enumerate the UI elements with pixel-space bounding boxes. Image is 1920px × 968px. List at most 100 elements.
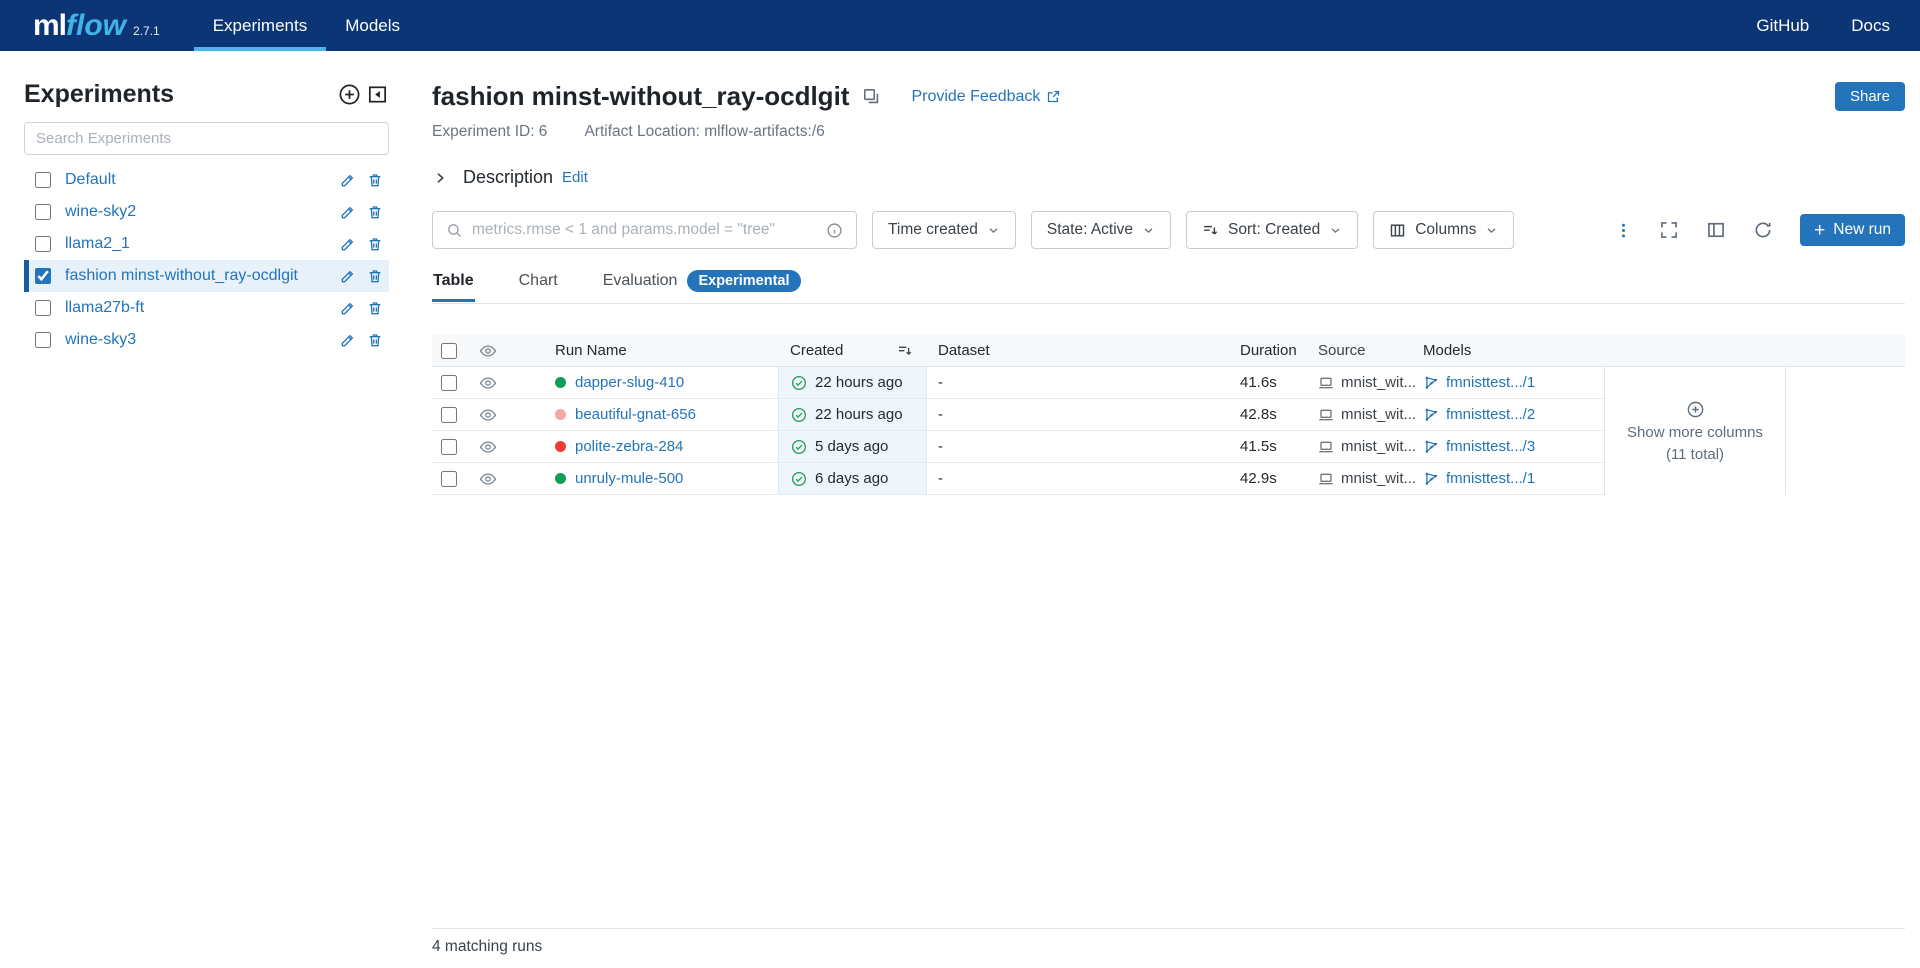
experiment-label[interactable]: llama27b-ft: [65, 299, 340, 317]
run-created-time: 6 days ago: [815, 470, 888, 487]
select-all-checkbox[interactable]: [441, 343, 457, 359]
run-checkbox[interactable]: [441, 439, 457, 455]
description-edit-link[interactable]: Edit: [562, 169, 588, 186]
run-model-link[interactable]: fmnisttest.../2: [1446, 406, 1535, 423]
fullscreen-icon[interactable]: [1659, 220, 1679, 240]
show-more-columns-button[interactable]: Show more columns (11 total): [1604, 367, 1786, 495]
share-button[interactable]: Share: [1835, 82, 1905, 111]
experiment-label[interactable]: llama2_1: [65, 235, 340, 253]
run-visibility-eye-icon[interactable]: [466, 431, 510, 462]
github-link[interactable]: GitHub: [1756, 16, 1809, 36]
experiment-item-wine-sky2[interactable]: wine-sky2: [24, 196, 389, 228]
tab-table[interactable]: Table: [432, 267, 475, 301]
run-visibility-eye-icon[interactable]: [466, 399, 510, 430]
runs-search-box[interactable]: [432, 211, 857, 249]
edit-experiment-icon[interactable]: [340, 300, 356, 316]
search-experiments-input[interactable]: [24, 122, 389, 155]
run-duration: 41.6s: [1230, 367, 1310, 398]
experiment-item-fashion-minst[interactable]: fashion minst-without_ray-ocdlgit: [24, 260, 389, 292]
runs-toolbar: Time created State: Active Sort: Created…: [432, 211, 1905, 249]
top-navbar: mlflow 2.7.1 Experiments Models GitHub D…: [0, 0, 1920, 51]
tab-chart[interactable]: Chart: [518, 267, 559, 301]
edit-experiment-icon[interactable]: [340, 236, 356, 252]
run-name-link[interactable]: unruly-mule-500: [575, 470, 683, 487]
experiment-checkbox[interactable]: [35, 204, 51, 220]
run-name-link[interactable]: beautiful-gnat-656: [575, 406, 696, 423]
run-checkbox[interactable]: [441, 375, 457, 391]
delete-experiment-icon[interactable]: [367, 268, 383, 284]
chevron-down-icon: [1329, 224, 1342, 237]
tab-evaluation[interactable]: Evaluation Experimental: [602, 265, 802, 303]
run-row: beautiful-gnat-656 22 hours ago - 42.8s …: [432, 399, 1604, 431]
experiment-item-llama27b-ft[interactable]: llama27b-ft: [24, 292, 389, 324]
nav-tab-experiments[interactable]: Experiments: [194, 0, 326, 51]
experiment-checkbox[interactable]: [35, 172, 51, 188]
status-finished-icon: [791, 375, 807, 391]
provide-feedback-link[interactable]: Provide Feedback: [911, 88, 1061, 106]
edit-experiment-icon[interactable]: [340, 172, 356, 188]
experiment-checkbox[interactable]: [35, 236, 51, 252]
chevron-down-icon: [1485, 224, 1498, 237]
laptop-icon: [1318, 375, 1334, 391]
sort-descending-icon[interactable]: [897, 343, 913, 359]
time-created-filter-button[interactable]: Time created: [872, 211, 1016, 249]
side-panel-icon[interactable]: [1706, 220, 1726, 240]
edit-experiment-icon[interactable]: [340, 268, 356, 284]
run-name-link[interactable]: polite-zebra-284: [575, 438, 683, 455]
experiment-item-default[interactable]: Default: [24, 164, 389, 196]
delete-experiment-icon[interactable]: [367, 204, 383, 220]
run-duration: 41.5s: [1230, 431, 1310, 462]
new-run-label: New run: [1833, 221, 1891, 239]
run-name-link[interactable]: dapper-slug-410: [575, 374, 684, 391]
run-model-link[interactable]: fmnisttest.../3: [1446, 438, 1535, 455]
docs-link[interactable]: Docs: [1851, 16, 1890, 36]
experiment-detail-panel: fashion minst-without_ray-ocdlgit Provid…: [413, 51, 1920, 968]
tab-evaluation-label: Evaluation: [603, 272, 678, 290]
run-visibility-eye-icon[interactable]: [466, 367, 510, 398]
run-row: dapper-slug-410 22 hours ago - 41.6s mni…: [432, 367, 1604, 399]
header-created-label: Created: [790, 342, 843, 359]
nav-tab-models[interactable]: Models: [326, 0, 419, 51]
edit-experiment-icon[interactable]: [340, 332, 356, 348]
search-icon: [446, 222, 463, 239]
plus-icon: +: [1814, 221, 1825, 240]
run-model-link[interactable]: fmnisttest.../1: [1446, 374, 1535, 391]
experiment-label[interactable]: fashion minst-without_ray-ocdlgit: [65, 267, 340, 285]
run-checkbox[interactable]: [441, 471, 457, 487]
edit-experiment-icon[interactable]: [340, 204, 356, 220]
experiment-checkbox[interactable]: [35, 268, 51, 284]
experiment-label[interactable]: Default: [65, 171, 340, 189]
delete-experiment-icon[interactable]: [367, 236, 383, 252]
run-checkbox[interactable]: [441, 407, 457, 423]
experiment-label[interactable]: wine-sky3: [65, 331, 340, 349]
run-source: mnist_wit...: [1341, 470, 1416, 487]
refresh-icon[interactable]: [1753, 220, 1773, 240]
info-icon[interactable]: [826, 222, 843, 239]
copy-title-icon[interactable]: [862, 87, 881, 106]
experiment-item-llama2_1[interactable]: llama2_1: [24, 228, 389, 260]
collapse-sidebar-icon[interactable]: [366, 83, 389, 106]
experiment-label[interactable]: wine-sky2: [65, 203, 340, 221]
run-model-link[interactable]: fmnisttest.../1: [1446, 470, 1535, 487]
description-expand-chevron-icon[interactable]: [432, 170, 448, 186]
run-source: mnist_wit...: [1341, 374, 1416, 391]
mlflow-logo[interactable]: mlflow 2.7.1: [33, 9, 160, 43]
delete-experiment-icon[interactable]: [367, 300, 383, 316]
experiment-item-wine-sky3[interactable]: wine-sky3: [24, 324, 389, 356]
artifact-location-label: Artifact Location: mlflow-artifacts:/6: [584, 123, 824, 141]
state-filter-button[interactable]: State: Active: [1031, 211, 1171, 249]
columns-button[interactable]: Columns: [1373, 211, 1514, 249]
experiment-checkbox[interactable]: [35, 300, 51, 316]
run-visibility-eye-icon[interactable]: [466, 463, 510, 494]
run-row: unruly-mule-500 6 days ago - 42.9s mnist…: [432, 463, 1604, 495]
more-options-kebab-icon[interactable]: [1615, 222, 1632, 239]
visibility-eye-icon[interactable]: [466, 335, 510, 366]
delete-experiment-icon[interactable]: [367, 332, 383, 348]
experiment-checkbox[interactable]: [35, 332, 51, 348]
delete-experiment-icon[interactable]: [367, 172, 383, 188]
runs-filter-input[interactable]: [472, 221, 817, 239]
run-source: mnist_wit...: [1341, 406, 1416, 423]
sort-button[interactable]: Sort: Created: [1186, 211, 1358, 249]
new-experiment-icon[interactable]: [338, 83, 361, 106]
new-run-button[interactable]: + New run: [1800, 214, 1905, 246]
